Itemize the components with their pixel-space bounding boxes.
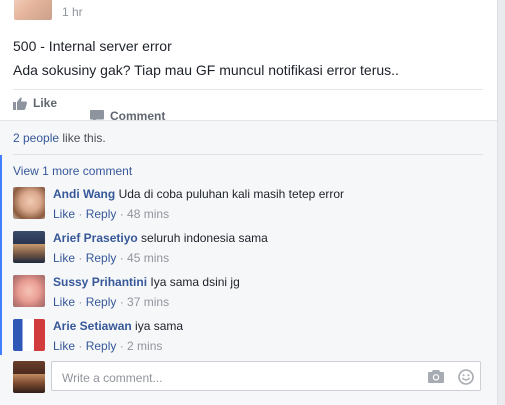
commenter-avatar[interactable]: [13, 319, 45, 351]
comment-input[interactable]: [60, 368, 414, 388]
likes-summary: 2 people like this.: [13, 131, 106, 145]
comment-time[interactable]: 45 mins: [127, 251, 169, 265]
comment-input-box[interactable]: [51, 361, 481, 391]
thumbs-up-icon: [13, 96, 27, 110]
feedback-section: 2 people like this. View 1 more comment …: [0, 120, 497, 405]
smiley-icon[interactable]: [458, 369, 474, 390]
comment-reply-link[interactable]: Reply: [86, 251, 117, 265]
comment-content: Andi Wang Uda di coba puluhan kali masih…: [53, 187, 344, 201]
comment-content: Sussy Prihantini Iya sama dsini jg: [53, 275, 240, 289]
like-button[interactable]: Like: [13, 96, 57, 110]
comment-like-link[interactable]: Like: [53, 295, 75, 309]
comment-reply-link[interactable]: Reply: [86, 339, 117, 353]
comment-author[interactable]: Andi Wang: [53, 187, 115, 201]
current-user-avatar: [13, 361, 45, 393]
comment-meta: Like · Reply · 45 mins: [53, 251, 170, 265]
comment-time[interactable]: 37 mins: [127, 295, 169, 309]
author-avatar[interactable]: [14, 0, 52, 20]
post-timestamp[interactable]: 1 hr: [62, 5, 83, 19]
comment-text: iya sama: [135, 319, 184, 333]
comment-content: Arief Prasetiyo seluruh indonesia sama: [53, 231, 268, 245]
post-body: 500 - Internal server error Ada sokusiny…: [13, 34, 483, 82]
comment-text: Iya sama dsini jg: [150, 275, 240, 289]
commenter-avatar[interactable]: [13, 231, 45, 263]
comment-item: Arief Prasetiyo seluruh indonesia sama L…: [13, 231, 483, 271]
comment-reply-link[interactable]: Reply: [86, 295, 117, 309]
comment-item: Arie Setiawan iya sama Like · Reply · 2 …: [13, 319, 483, 359]
comment-composer: [0, 361, 497, 395]
comment-reply-link[interactable]: Reply: [86, 207, 117, 221]
comment-time[interactable]: 48 mins: [127, 207, 169, 221]
like-label: Like: [33, 96, 58, 110]
commenter-avatar[interactable]: [13, 275, 45, 307]
comment-content: Arie Setiawan iya sama: [53, 319, 183, 333]
view-more-comments-link[interactable]: View 1 more comment: [13, 164, 132, 178]
comment-item: Sussy Prihantini Iya sama dsini jg Like …: [13, 275, 483, 315]
divider: [13, 89, 483, 90]
comments-list: View 1 more comment Andi Wang Uda di cob…: [0, 155, 499, 355]
post-body-line-1: 500 - Internal server error: [13, 38, 172, 54]
post-card: 1 hr 500 - Internal server error Ada sok…: [0, 0, 498, 405]
comment-author[interactable]: Arief Prasetiyo: [53, 231, 138, 245]
comment-text: Uda di coba puluhan kali masih tetep err…: [118, 187, 345, 201]
comment-meta: Like · Reply · 37 mins: [53, 295, 170, 309]
comment-like-link[interactable]: Like: [53, 339, 75, 353]
likes-people-link[interactable]: 2 people: [13, 131, 59, 145]
comment-meta: Like · Reply · 48 mins: [53, 207, 170, 221]
camera-icon[interactable]: [428, 369, 444, 388]
comment-text: seluruh indonesia sama: [141, 231, 268, 245]
comment-time[interactable]: 2 mins: [127, 339, 162, 353]
comment-author[interactable]: Arie Setiawan: [53, 319, 132, 333]
comment-item: Andi Wang Uda di coba puluhan kali masih…: [13, 187, 483, 227]
likes-suffix: like this.: [59, 131, 106, 145]
comment-like-link[interactable]: Like: [53, 207, 75, 221]
post-body-line-2: Ada sokusiny gak? Tiap mau GF muncul not…: [13, 62, 399, 78]
post-header: 1 hr: [0, 0, 497, 24]
commenter-avatar[interactable]: [13, 187, 45, 219]
comment-author[interactable]: Sussy Prihantini: [53, 275, 147, 289]
comment-meta: Like · Reply · 2 mins: [53, 339, 163, 353]
comment-like-link[interactable]: Like: [53, 251, 75, 265]
